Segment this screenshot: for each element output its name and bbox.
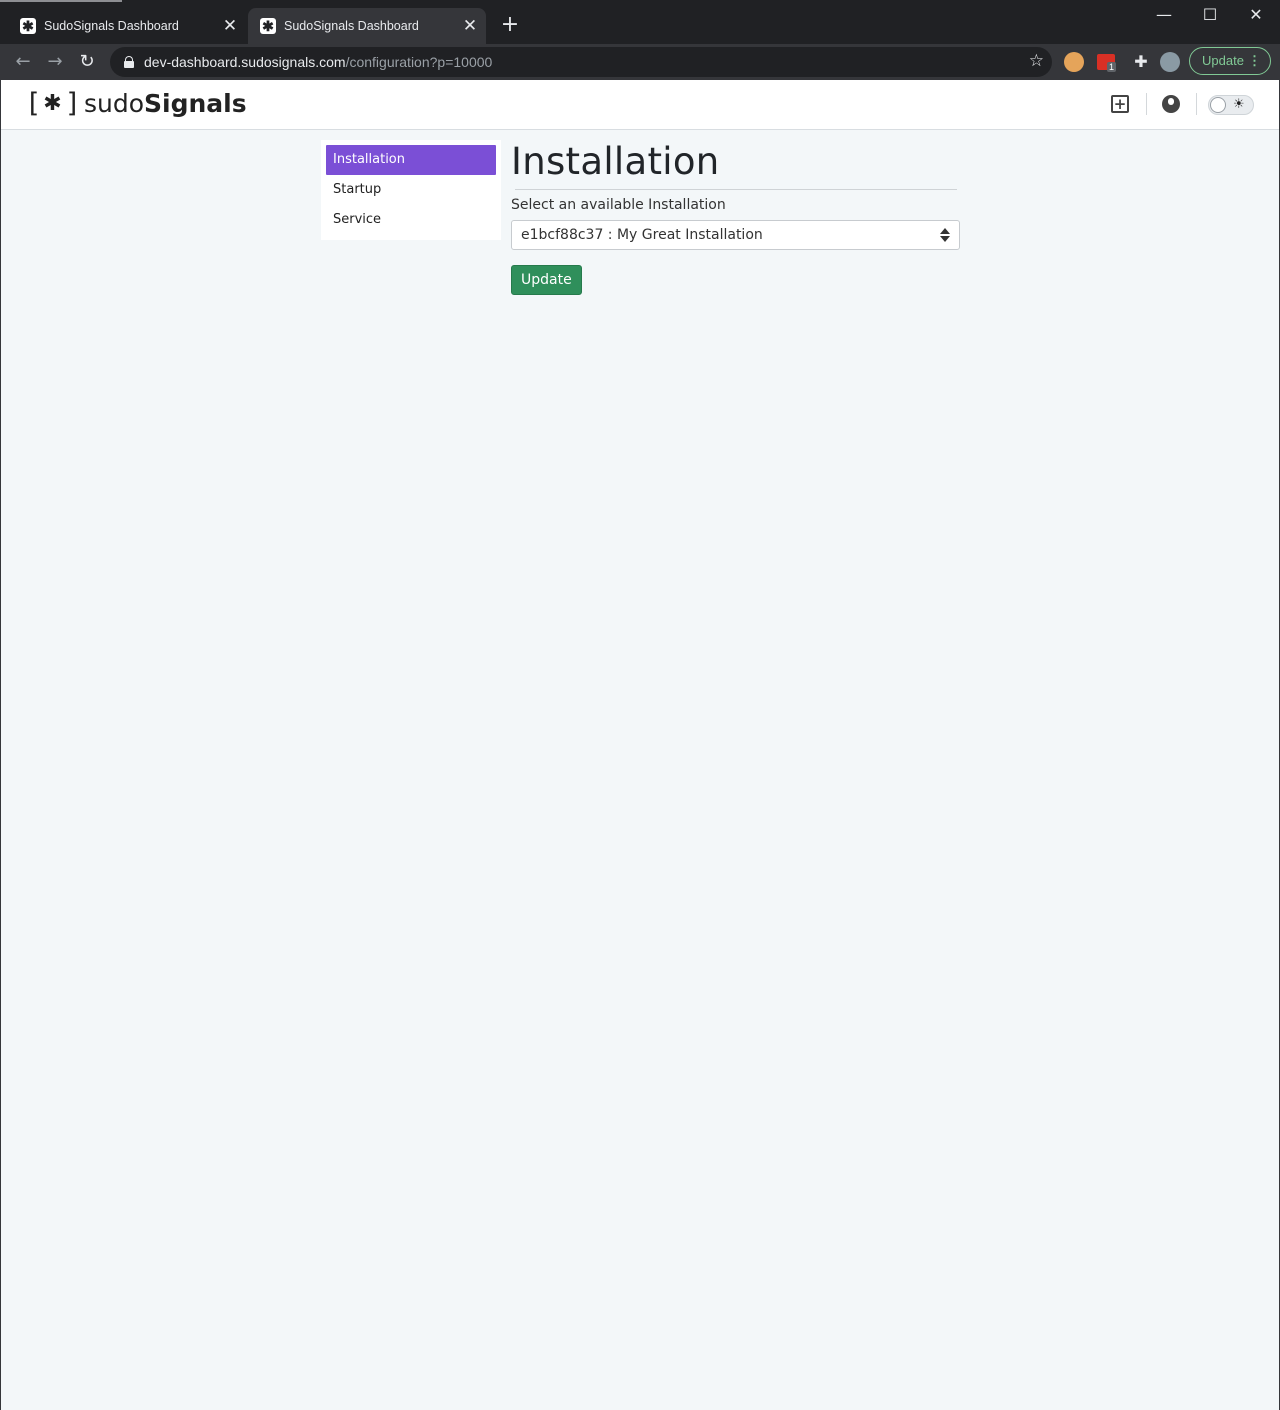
installation-select[interactable]: e1bcf88c37 : My Great Installation [511, 220, 960, 250]
add-box-icon[interactable]: + [1111, 95, 1129, 113]
browser-toolbar: ← → ↻ dev-dashboard.sudosignals.com/conf… [0, 44, 1280, 80]
site-header: [ ✱ ] sudo Signals + ☀ [1, 80, 1279, 130]
browser-tab-2[interactable]: ✱ SudoSignals Dashboard ✕ [248, 8, 486, 44]
browser-tab-1[interactable]: ✱ SudoSignals Dashboard ✕ [8, 8, 246, 44]
tab-title: SudoSignals Dashboard [284, 19, 419, 33]
header-divider [1146, 93, 1147, 115]
sidebar-item-installation[interactable]: Installation [326, 145, 496, 175]
select-arrows-icon [940, 227, 950, 243]
url-host: dev-dashboard.sudosignals.com [144, 54, 346, 70]
page-title: Installation [511, 140, 720, 183]
minimize-window-icon[interactable]: — [1141, 0, 1187, 32]
extensions-puzzle-icon[interactable]: ✚ [1130, 51, 1152, 73]
tab-title: SudoSignals Dashboard [44, 19, 179, 33]
close-tab-icon[interactable]: ✕ [460, 16, 480, 36]
header-divider [1196, 93, 1197, 115]
url-path: /configuration?p=10000 [345, 54, 493, 70]
sidebar-item-startup[interactable]: Startup [326, 175, 496, 205]
installation-select-value: e1bcf88c37 : My Great Installation [521, 227, 763, 243]
new-tab-button[interactable]: + [498, 13, 522, 37]
browser-update-button[interactable]: Update ⋮ [1189, 47, 1271, 75]
title-divider [515, 189, 957, 190]
calendar-extension-icon[interactable]: 1 [1097, 54, 1117, 72]
extension-badge: 1 [1107, 62, 1117, 72]
logo-signals: Signals [144, 88, 247, 118]
loading-indicator [0, 0, 122, 2]
update-button[interactable]: Update [511, 265, 582, 295]
logo-sudo: sudo [83, 88, 145, 118]
settings-sidebar: Installation Startup Service [321, 140, 501, 240]
installation-panel: Installation Select an available Install… [511, 138, 961, 295]
kebab-menu-icon[interactable]: ⋮ [1248, 48, 1261, 74]
close-tab-icon[interactable]: ✕ [220, 16, 240, 36]
logo-bracket-close: ] [64, 87, 81, 119]
browser-update-label: Update [1202, 53, 1244, 68]
sidebar-item-service[interactable]: Service [326, 205, 496, 235]
logo-bracket-open: [ [25, 87, 41, 119]
asterisk-icon: ✱ [43, 90, 62, 116]
sudosignals-logo[interactable]: [ ✱ ] sudo Signals [25, 86, 247, 120]
installation-select-label: Select an available Installation [511, 197, 726, 213]
lock-icon [124, 56, 134, 68]
profile-avatar[interactable] [1160, 52, 1180, 72]
theme-toggle[interactable]: ☀ [1208, 95, 1254, 115]
close-window-icon[interactable]: ✕ [1233, 0, 1279, 32]
back-arrow-icon[interactable]: ← [9, 48, 37, 76]
reload-icon[interactable]: ↻ [73, 48, 101, 76]
sudosignals-favicon-icon: ✱ [260, 18, 276, 34]
maximize-window-icon[interactable]: ☐ [1187, 0, 1233, 32]
owl-extension-icon[interactable] [1064, 52, 1084, 72]
address-bar[interactable]: dev-dashboard.sudosignals.com/configurat… [110, 47, 1052, 77]
sudosignals-favicon-icon: ✱ [20, 18, 36, 34]
user-icon[interactable] [1162, 95, 1180, 113]
forward-arrow-icon[interactable]: → [41, 48, 69, 76]
toggle-knob [1210, 97, 1226, 113]
bookmark-star-icon[interactable]: ☆ [1029, 51, 1044, 71]
sun-icon: ☀ [1233, 97, 1245, 112]
browser-tab-strip: ✱ SudoSignals Dashboard ✕ ✱ SudoSignals … [0, 0, 1280, 44]
page-content: [ ✱ ] sudo Signals + ☀ Installation Star… [1, 80, 1279, 1410]
